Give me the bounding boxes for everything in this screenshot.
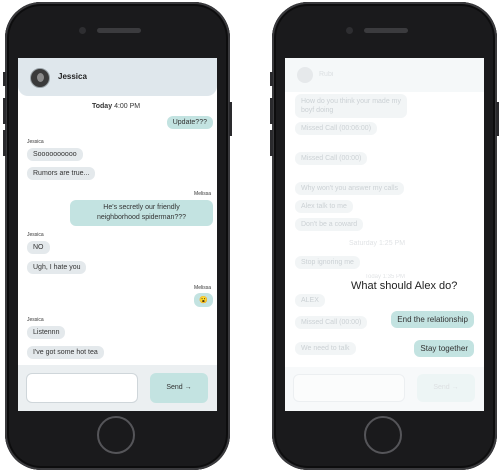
faded-avatar [297, 67, 313, 83]
send-button[interactable]: Send → [150, 373, 208, 403]
faded-send-button: Send → [417, 374, 475, 402]
message-bubble-incoming[interactable]: I've got some hot tea [27, 346, 104, 359]
front-camera [79, 27, 86, 34]
message-bubble-incoming[interactable]: NO [27, 241, 50, 254]
choice-screen: Rubi How do you think your made my boyf … [285, 58, 484, 411]
chat-timestamp: Today 4:00 PM [92, 103, 140, 110]
earpiece-speaker [364, 28, 408, 33]
timestamp-time: 4:00 PM [114, 103, 141, 110]
faded-missed-call: Missed Call (00:06:00) [295, 122, 378, 135]
faded-chat-header [285, 58, 484, 92]
faded-message: Alex talk to me [295, 200, 353, 213]
home-button[interactable] [97, 416, 135, 454]
timestamp-day: Today [92, 103, 113, 110]
message-bubble-incoming[interactable]: Listennn [27, 326, 66, 339]
message-bubble-incoming[interactable]: Rumors are true... [27, 167, 96, 180]
faded-message-line: boyf doing [301, 107, 334, 114]
volume-up-button [270, 98, 273, 124]
message-bubble-outgoing-emoji[interactable]: 😮 [194, 293, 213, 307]
message-line: neighborhood spiderman??? [96, 214, 187, 221]
message-line: He's secretly our friendly [103, 204, 180, 211]
faded-message: Stop ignoring me [295, 256, 360, 269]
message-sender: Melissa [194, 285, 211, 291]
choice-button-end-relationship[interactable]: End the relationship [391, 311, 474, 328]
contact-name: Jessica [58, 72, 87, 81]
volume-down-button [3, 130, 6, 156]
message-composer: Send → [18, 365, 217, 411]
faded-missed-call: Missed Call (00:00) [295, 316, 368, 329]
message-sender: Jessica [27, 232, 44, 238]
volume-up-button [3, 98, 6, 124]
volume-down-button [270, 130, 273, 156]
message-bubble-incoming[interactable]: Ugh, I hate you [27, 261, 87, 274]
faded-missed-call: Missed Call (00:00) [295, 152, 368, 165]
faded-message: Why won't you answer my calls [295, 182, 405, 195]
choice-prompt: What should Alex do? [351, 280, 458, 292]
front-camera [346, 27, 353, 34]
message-bubble-outgoing[interactable]: Update??? [166, 116, 213, 129]
mute-switch [270, 72, 273, 86]
power-button [229, 102, 232, 136]
message-sender: Jessica [27, 139, 44, 145]
message-bubble-outgoing[interactable]: He's secretly our friendly neighborhood … [70, 200, 213, 226]
message-input[interactable] [26, 373, 138, 403]
faded-timestamp: Saturday 1:25 PM [349, 240, 406, 247]
earpiece-speaker [97, 28, 141, 33]
phone-right: Rubi How do you think your made my boyf … [270, 2, 499, 470]
faded-message: Don't be a coward [295, 218, 364, 231]
message-sender: Melissa [194, 191, 211, 197]
faded-message: We need to talk [295, 342, 356, 355]
power-button [496, 102, 499, 136]
faded-contact-name: Rubi [319, 71, 334, 78]
chat-header: Jessica [18, 58, 217, 96]
home-button[interactable] [364, 416, 402, 454]
faded-message: How do you think your made my boyf doing [295, 94, 407, 118]
avatar[interactable] [30, 68, 50, 88]
message-sender: Jessica [27, 317, 44, 323]
mute-switch [3, 72, 6, 86]
message-bubble-incoming[interactable]: Soooooooooo [27, 148, 83, 161]
choice-button-stay-together[interactable]: Stay together [414, 340, 474, 357]
faded-message: ALEX [295, 294, 325, 307]
phone-left: Jessica Today 4:00 PM Update??? Jessica … [3, 2, 232, 470]
faded-message-line: How do you think your made my [301, 98, 401, 105]
chat-screen: Jessica Today 4:00 PM Update??? Jessica … [18, 58, 217, 411]
faded-message-input [293, 374, 405, 402]
